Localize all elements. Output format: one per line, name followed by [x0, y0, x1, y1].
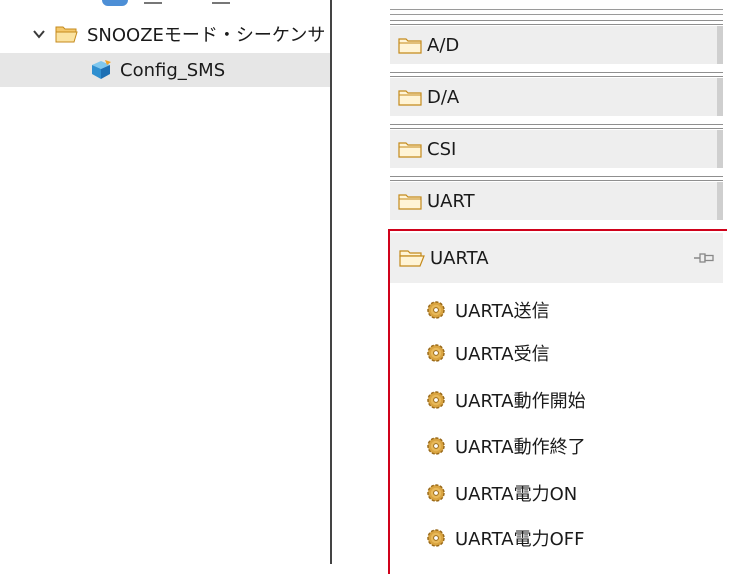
folder-open-icon	[399, 250, 425, 267]
component-cube-icon	[92, 60, 111, 79]
tool-label: UARTA動作開始	[455, 391, 586, 412]
folder-open-icon	[55, 26, 78, 43]
palette-tool-uarta-send[interactable]: UARTA送信	[390, 290, 723, 330]
palette-tool-uarta-power-off[interactable]: UARTA電力OFF	[390, 518, 723, 558]
gear-icon	[427, 529, 445, 547]
palette-tool-uarta-receive[interactable]: UARTA受信	[390, 333, 723, 373]
partial-item-icon	[102, 0, 128, 6]
tool-label: UARTA電力OFF	[455, 529, 585, 550]
palette-pane: A/D D/A CSI UART UARTA UARTA送信 UARTA受信 U…	[358, 0, 729, 574]
chevron-down-icon[interactable]	[32, 27, 46, 41]
drawer-label: UARTA	[430, 247, 489, 269]
project-tree-pane: SNOOZEモード・シーケンサ Config_SMS	[0, 0, 330, 564]
gear-icon	[427, 301, 445, 319]
palette-drawer-da[interactable]: D/A	[390, 72, 723, 116]
drawer-label: CSI	[427, 138, 457, 160]
pin-icon[interactable]	[693, 251, 715, 265]
folder-icon	[398, 38, 422, 54]
tool-label: UARTA受信	[455, 344, 550, 365]
palette-drawer-csi[interactable]: CSI	[390, 124, 723, 168]
tool-label: UARTA動作終了	[455, 437, 586, 458]
gear-icon	[427, 391, 445, 409]
palette-tool-uarta-stop[interactable]: UARTA動作終了	[390, 426, 723, 466]
palette-tool-uarta-start[interactable]: UARTA動作開始	[390, 380, 723, 420]
tool-label: UARTA送信	[455, 301, 550, 322]
palette-drawer-uart[interactable]: UART	[390, 176, 723, 220]
pane-gap	[332, 0, 358, 564]
gear-icon	[427, 484, 445, 502]
folder-icon	[398, 90, 422, 106]
tree-item-snooze-sequencer[interactable]: SNOOZEモード・シーケンサ	[0, 17, 330, 51]
tree-item-label: SNOOZEモード・シーケンサ	[87, 25, 326, 46]
palette-drawer-ad[interactable]: A/D	[390, 20, 723, 64]
gear-icon	[427, 437, 445, 455]
tree-item-config-sms[interactable]: Config_SMS	[0, 53, 330, 87]
gear-icon	[427, 344, 445, 362]
tool-label: UARTA電力ON	[455, 484, 578, 505]
drawer-label: UART	[427, 190, 475, 212]
folder-icon	[398, 194, 422, 210]
folder-icon	[398, 142, 422, 158]
palette-tool-uarta-power-on[interactable]: UARTA電力ON	[390, 473, 723, 513]
tree-item-label: Config_SMS	[120, 59, 226, 81]
palette-drawer-uarta[interactable]: UARTA	[390, 233, 723, 283]
drawer-label: A/D	[427, 34, 460, 56]
drawer-label: D/A	[427, 86, 460, 108]
tree-item-partial	[82, 0, 232, 10]
